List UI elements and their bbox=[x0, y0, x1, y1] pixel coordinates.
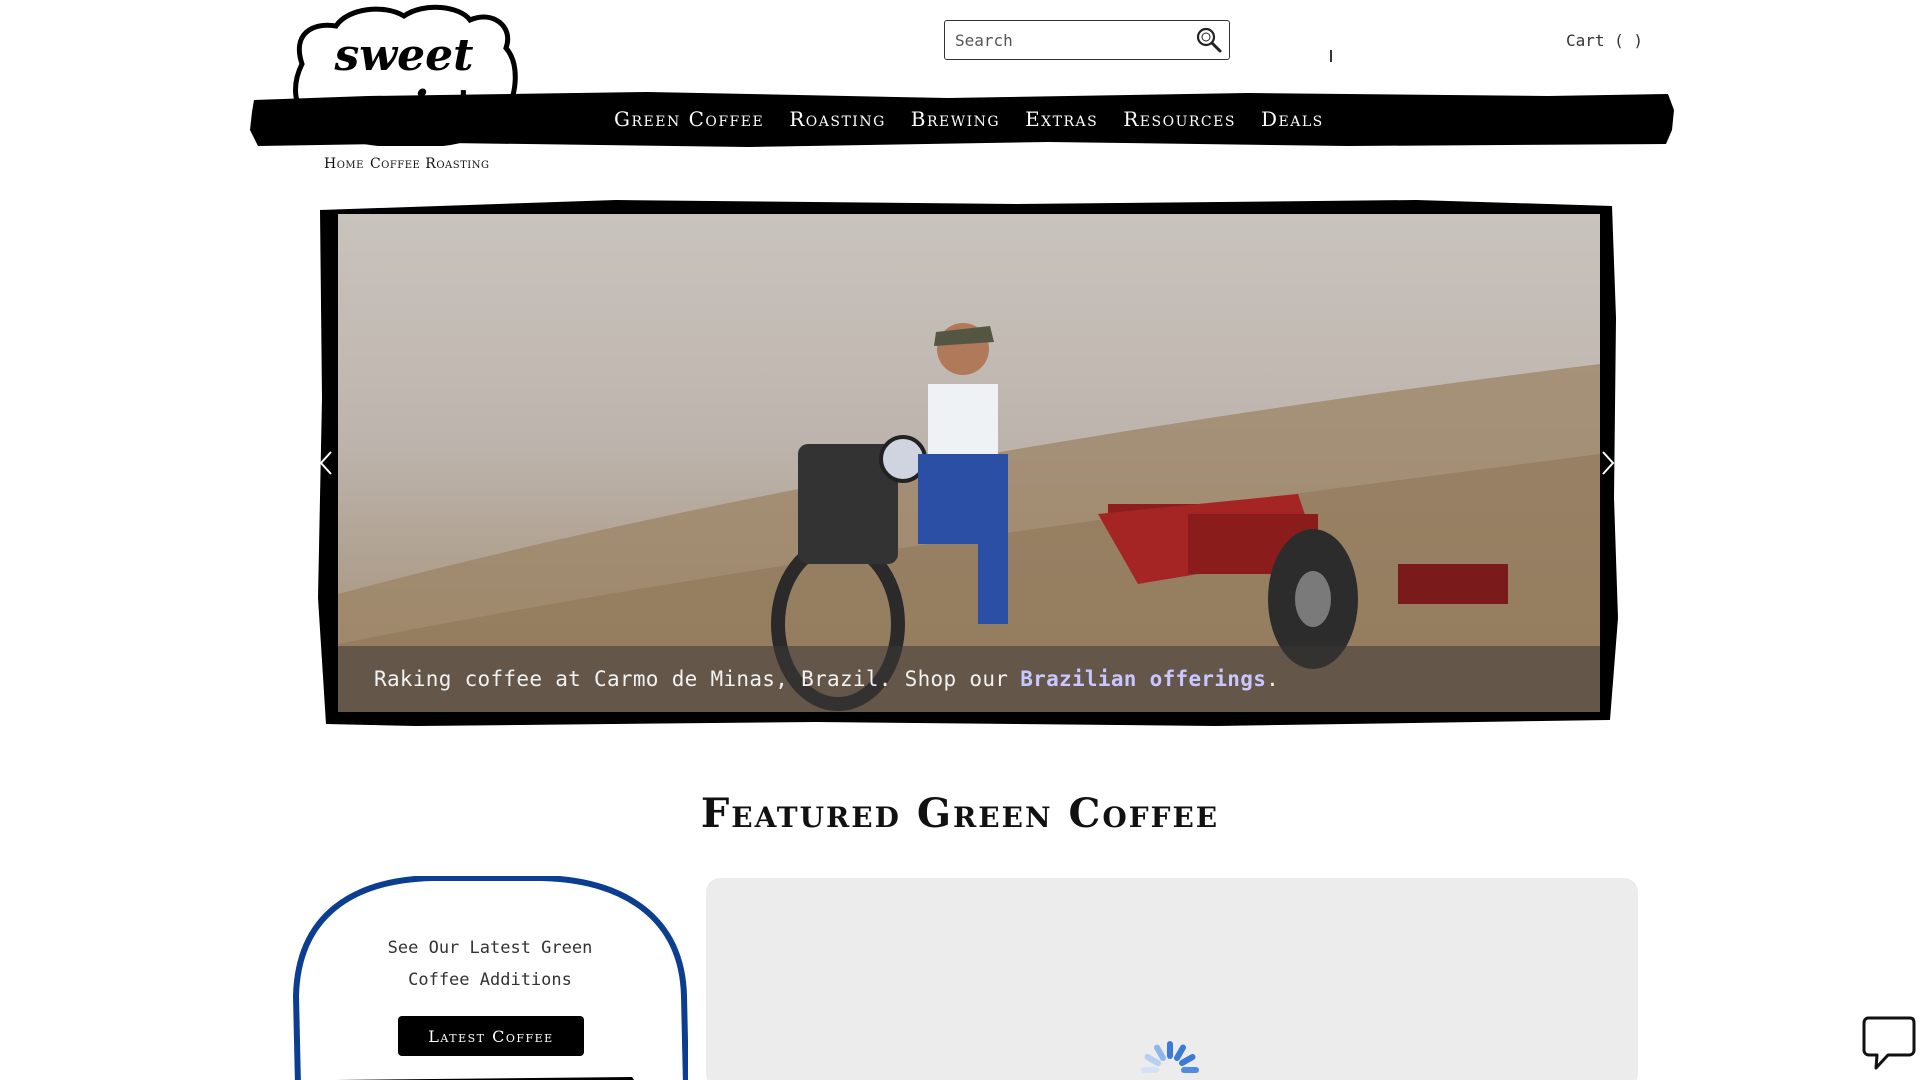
hero-caption-link[interactable]: Brazilian offerings bbox=[1020, 667, 1266, 691]
chat-bubble-icon[interactable] bbox=[1862, 1014, 1916, 1072]
logo-line1: sweet bbox=[334, 30, 474, 81]
latest-text-line2: Coffee Additions bbox=[408, 970, 572, 990]
nav-item-resources[interactable]: Resources bbox=[1123, 107, 1236, 131]
nav-item-roasting[interactable]: Roasting bbox=[789, 107, 886, 131]
loading-spinner-icon bbox=[1141, 1041, 1199, 1073]
card-brush-stroke bbox=[334, 1077, 634, 1080]
latest-coffee-description: See Our Latest Green Coffee Additions bbox=[292, 932, 688, 996]
chevron-left-icon[interactable] bbox=[316, 448, 336, 478]
chevron-right-icon[interactable] bbox=[1598, 448, 1618, 478]
nav-items: Green Coffee Roasting Brewing Extras Res… bbox=[614, 90, 1349, 148]
search-input[interactable] bbox=[945, 21, 1195, 59]
hero-caption: Raking coffee at Carmo de Minas, Brazil.… bbox=[338, 646, 1600, 712]
latest-coffee-button[interactable]: Latest Coffee bbox=[398, 1016, 584, 1056]
hero-caption-text: Raking coffee at Carmo de Minas, Brazil.… bbox=[374, 667, 1009, 691]
hero-caption-end: . bbox=[1266, 667, 1280, 691]
nav-item-green-coffee[interactable]: Green Coffee bbox=[614, 107, 764, 131]
featured-products-panel bbox=[706, 878, 1638, 1080]
featured-title: Featured Green Coffee bbox=[700, 790, 1220, 837]
hero-carousel: Raking coffee at Carmo de Minas, Brazil.… bbox=[316, 198, 1618, 728]
breadcrumb: Home Coffee Roasting bbox=[324, 156, 489, 172]
latest-coffee-card: See Our Latest Green Coffee Additions La… bbox=[292, 876, 688, 1080]
header-divider bbox=[1330, 50, 1332, 62]
breadcrumb-current[interactable]: Coffee Roasting bbox=[370, 156, 490, 172]
breadcrumb-home[interactable]: Home bbox=[324, 156, 364, 172]
search-icon[interactable] bbox=[1195, 26, 1223, 54]
nav-item-brewing[interactable]: Brewing bbox=[911, 107, 1000, 131]
latest-text-line1: See Our Latest Green bbox=[387, 938, 593, 958]
nav-item-extras[interactable]: Extras bbox=[1025, 107, 1098, 131]
main-nav: Green Coffee Roasting Brewing Extras Res… bbox=[248, 90, 1676, 148]
hero-image bbox=[338, 214, 1600, 712]
search-box bbox=[944, 20, 1230, 60]
cart-link[interactable]: Cart ( ) bbox=[1566, 31, 1643, 50]
nav-item-deals[interactable]: Deals bbox=[1261, 107, 1324, 131]
